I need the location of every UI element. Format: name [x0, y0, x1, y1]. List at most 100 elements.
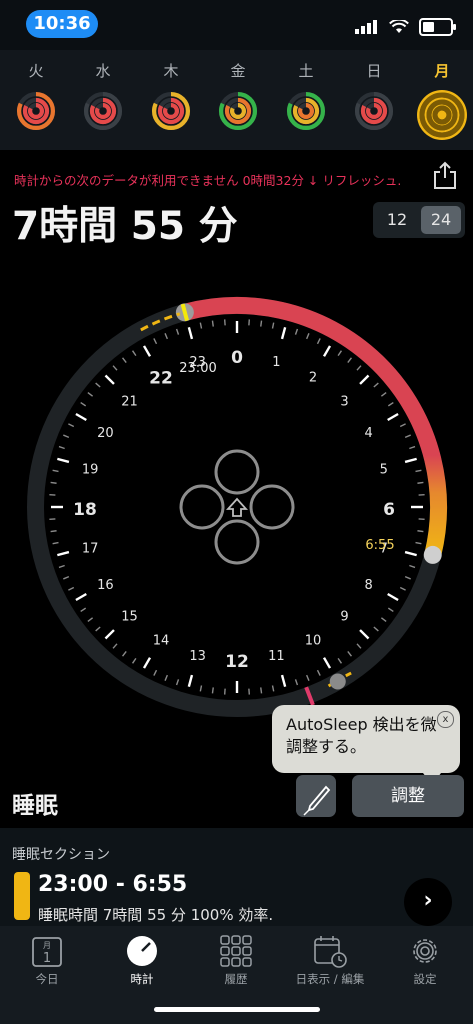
day-label: 水: [95, 62, 111, 80]
chevron-right-button[interactable]: ›: [404, 878, 452, 926]
hour-label: 5: [380, 463, 388, 478]
cellular-signal-icon: [355, 20, 377, 34]
hour-label: 17: [82, 541, 99, 556]
sleep-section-card[interactable]: 睡眠セクション 23:00 - 6:55 睡眠時間 7時間 55 分 100% …: [0, 828, 473, 926]
tab-label: 日表示 / 編集: [295, 972, 365, 986]
adjust-button[interactable]: 調整: [352, 775, 464, 817]
hour-label: 6: [383, 500, 395, 520]
tab-label: 時計: [130, 972, 154, 986]
home-indicator: [154, 1007, 320, 1012]
calendar-day-icon: 月 1: [32, 937, 62, 967]
hour-label: 8: [364, 578, 372, 593]
day-label: 金: [230, 62, 246, 80]
wifi-icon: [389, 20, 409, 33]
hour-label: 11: [268, 649, 285, 664]
sleep-start-label: 23:00: [179, 361, 216, 376]
day-ring-1[interactable]: 水: [75, 60, 131, 133]
battery-icon: [419, 18, 456, 36]
calendar-edit-icon: [314, 936, 347, 968]
sleep-range: 23:00 - 6:55: [38, 872, 188, 897]
sleep-heading: 睡眠: [12, 793, 58, 819]
sleep-detail: 睡眠時間 7時間 55 分 100% 効率.: [38, 906, 274, 924]
day-label: 木: [163, 62, 179, 80]
hour-label: 0: [231, 348, 243, 368]
tab-today[interactable]: 月 1 今日: [2, 934, 92, 987]
day-ring-6[interactable]: 月: [414, 60, 470, 141]
day-label: 土: [298, 62, 314, 80]
hour-format-toggle: 12 24: [373, 202, 465, 238]
sleep-end-label: 6:55: [365, 538, 394, 553]
hour-label: 15: [121, 609, 138, 624]
sleep-ring-icon: [16, 91, 56, 131]
day-label: 火: [28, 62, 44, 80]
tab-day-view-edit[interactable]: 日表示 / 編集: [285, 934, 375, 987]
hour-label: 16: [97, 578, 114, 593]
grid-icon: [220, 935, 252, 967]
hour-label: 18: [73, 500, 97, 520]
edit-button[interactable]: [296, 775, 336, 817]
tab-history[interactable]: 履歴: [191, 934, 281, 987]
hour-label: 1: [272, 355, 280, 370]
current-time-handle[interactable]: [329, 673, 346, 690]
day-ring-2[interactable]: 木: [143, 60, 199, 133]
share-icon[interactable]: [432, 160, 458, 190]
sleep-clock-dial[interactable]: 0 123456789101112131415161718192021222323…: [0, 250, 473, 770]
tooltip-close-button[interactable]: x: [437, 711, 454, 728]
tab-label: 今日: [35, 972, 59, 986]
hour-label: 20: [97, 426, 114, 441]
gear-icon: [413, 939, 437, 963]
minute-tick: [50, 481, 57, 484]
tab-label: 設定: [413, 972, 437, 986]
hour-label: 3: [340, 395, 348, 410]
format-24-option[interactable]: 24: [421, 206, 461, 234]
day-label: 日: [366, 62, 382, 80]
hour-label: 12: [225, 652, 249, 672]
autosleep-tooltip[interactable]: AutoSleep 検出を微調整する。 x: [272, 705, 460, 785]
sleep-ring-icon: [218, 91, 258, 131]
day-ring-3[interactable]: 金: [210, 60, 266, 133]
sleep-section-header: 睡眠セクション: [12, 847, 110, 863]
hour-label: 14: [153, 634, 170, 649]
minute-tick: [211, 687, 214, 694]
hour-label: 13: [189, 649, 206, 664]
status-bar: 10:36: [0, 0, 473, 50]
sleep-section-color-bar: [14, 872, 30, 920]
sleep-ring-icon: [151, 91, 191, 131]
tooltip-text: AutoSleep 検出を微調整する。: [286, 715, 437, 756]
hour-label: 19: [82, 463, 99, 478]
minute-tick: [211, 320, 214, 327]
minute-tick: [417, 530, 424, 533]
sleep-ring-icon: [286, 91, 326, 131]
data-unavailable-message[interactable]: 時計からの次のデータが利用できません 0時間32分 ↓ リフレッシュ.: [14, 170, 401, 189]
day-ring-5[interactable]: 日: [346, 60, 402, 133]
hour-label: 9: [340, 609, 348, 624]
hour-label: 10: [305, 634, 322, 649]
format-12-option[interactable]: 12: [377, 206, 417, 234]
hour-label: 2: [309, 370, 317, 385]
calendar-day-number: 1: [43, 951, 51, 966]
clock-icon: [127, 936, 157, 966]
minute-tick: [260, 687, 263, 694]
calendar-month-text: 月: [43, 941, 51, 950]
tab-clock[interactable]: 時計: [97, 934, 187, 987]
tab-settings[interactable]: 設定: [380, 934, 470, 987]
sleep-ring-icon: [83, 91, 123, 131]
dial-face: [44, 314, 430, 700]
sleep-ring-icon: [354, 91, 394, 131]
minute-tick: [260, 320, 263, 327]
sleep-end-handle[interactable]: [423, 545, 442, 564]
week-strip: 火水木金土日月: [0, 50, 473, 150]
sleep-ring-icon: [417, 90, 467, 140]
total-sleep-duration: 7時間 55 分: [12, 204, 238, 249]
day-label: 月: [434, 62, 450, 80]
status-time[interactable]: 10:36: [26, 10, 98, 38]
tab-label: 履歴: [224, 972, 248, 986]
minute-tick: [417, 481, 424, 484]
pencil-icon: [303, 785, 331, 816]
hour-label: 22: [149, 368, 173, 388]
hour-label: 4: [364, 426, 372, 441]
minute-tick: [50, 530, 57, 533]
hour-label: 21: [121, 395, 138, 410]
day-ring-0[interactable]: 火: [8, 60, 64, 133]
day-ring-4[interactable]: 土: [278, 60, 334, 133]
